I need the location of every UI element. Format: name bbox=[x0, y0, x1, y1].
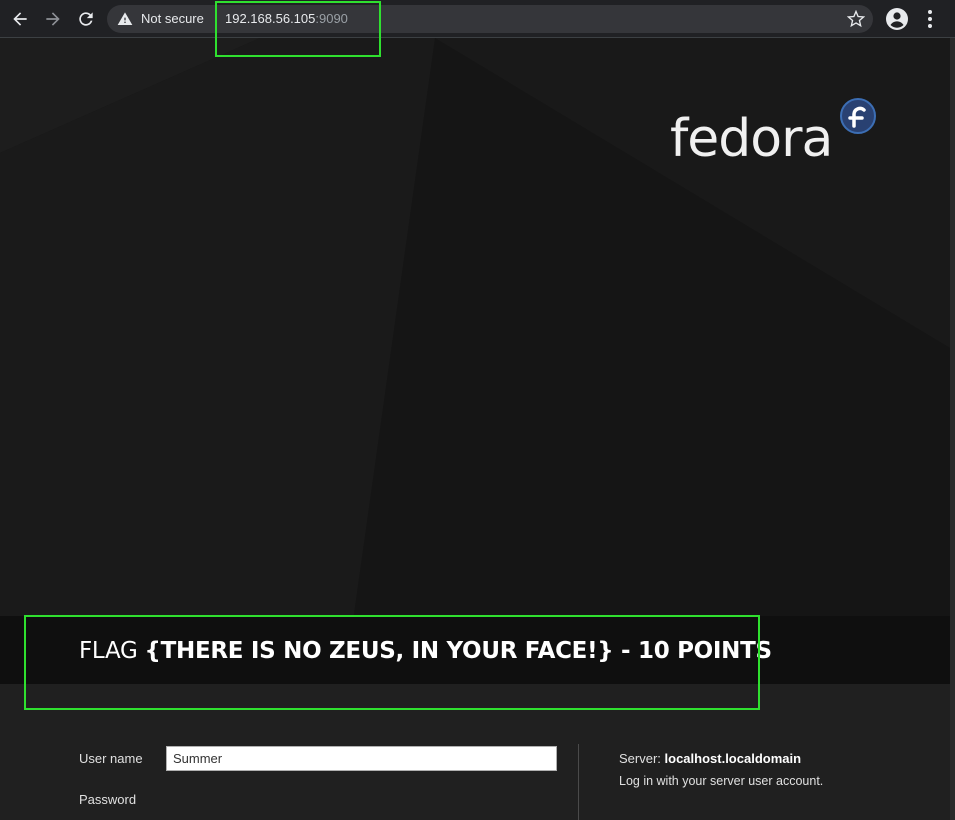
back-icon bbox=[13, 12, 27, 26]
login-help-text: Log in with your server user account. bbox=[619, 774, 824, 788]
fedora-logo: fedora bbox=[670, 98, 876, 168]
url-text[interactable]: 192.168.56.105:9090 bbox=[225, 11, 348, 27]
back-button[interactable] bbox=[8, 7, 32, 31]
forward-icon bbox=[46, 12, 60, 26]
omnibox-divider bbox=[216, 9, 217, 29]
more-icon[interactable] bbox=[920, 8, 940, 30]
url-host: 192.168.56.105 bbox=[225, 11, 316, 26]
flag-prefix: FLAG bbox=[79, 638, 145, 664]
server-info: Server: localhost.localdomain bbox=[619, 751, 801, 766]
warning-icon[interactable] bbox=[117, 11, 133, 27]
password-label: Password bbox=[79, 792, 137, 807]
security-label[interactable]: Not secure bbox=[141, 11, 204, 27]
flag-text: FLAG {THERE IS NO ZEUS, IN YOUR FACE!} -… bbox=[79, 638, 772, 664]
page-scrollbar[interactable] bbox=[950, 38, 955, 820]
panel-divider bbox=[578, 744, 579, 820]
server-label: Server: bbox=[619, 751, 665, 766]
url-port: :9090 bbox=[315, 11, 348, 26]
login-page: fedora FLAG {THERE IS NO ZEUS, IN YOUR F… bbox=[0, 38, 950, 820]
reload-button[interactable] bbox=[74, 7, 98, 31]
username-label: User name bbox=[79, 751, 143, 766]
fedora-wordmark: fedora bbox=[670, 109, 832, 168]
browser-toolbar: Not secure 192.168.56.105:9090 bbox=[0, 0, 955, 38]
login-form: User name Password Server: localhost.loc… bbox=[0, 684, 950, 820]
forward-button[interactable] bbox=[41, 7, 65, 31]
account-icon[interactable] bbox=[885, 7, 909, 31]
address-bar[interactable]: Not secure 192.168.56.105:9090 bbox=[107, 5, 873, 33]
reload-icon bbox=[79, 12, 93, 26]
username-input[interactable] bbox=[166, 746, 557, 771]
star-icon[interactable] bbox=[847, 10, 865, 28]
flag-message: {THERE IS NO ZEUS, IN YOUR FACE!} - 10 P… bbox=[144, 638, 773, 664]
server-name: localhost.localdomain bbox=[664, 751, 802, 766]
